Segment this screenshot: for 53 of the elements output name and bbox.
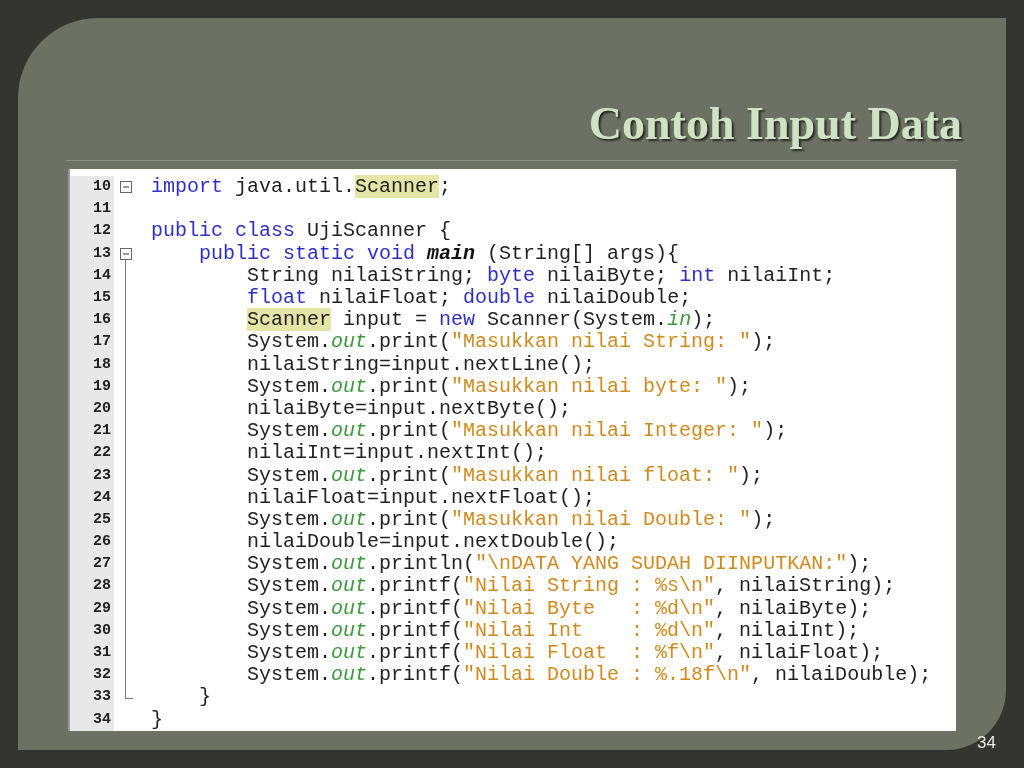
line-number: 27 (93, 554, 111, 575)
code-line: System.out.print("Masukkan nilai String: "); (246, 331, 776, 354)
code-line: nilaiInt=input.nextInt(); (246, 442, 548, 465)
line-number: 28 (93, 576, 111, 597)
code-line: Scanner input = new Scanner(System.in); (246, 309, 716, 332)
collapse-icon[interactable] (120, 181, 132, 194)
code-line: System.out.printf("Nilai String : %s\n", nilaiString); (246, 575, 896, 598)
line-number: 31 (93, 643, 111, 664)
code-line: nilaiByte=input.nextByte(); (246, 397, 572, 420)
code-line: } (198, 686, 212, 709)
line-number: 21 (93, 421, 111, 442)
line-number: 13 (93, 243, 111, 264)
line-number: 25 (93, 509, 111, 530)
code-line: public static void main (String[] args){ (198, 242, 680, 265)
line-number: 30 (93, 620, 111, 641)
code-line: System.out.print("Masukkan nilai Integer: "); (246, 420, 788, 443)
line-number: 19 (93, 376, 111, 397)
line-number: 17 (93, 332, 111, 353)
code-line: System.out.print("Masukkan nilai Double: "); (246, 508, 776, 531)
line-number: 15 (93, 288, 111, 309)
line-number: 26 (93, 532, 111, 553)
line-number: 33 (93, 687, 111, 708)
line-number: 14 (93, 265, 111, 286)
code-line: public class UjiScanner { (150, 220, 452, 243)
page-number: 34 (977, 732, 996, 753)
code-line: float nilaiFloat; double nilaiDouble; (246, 287, 692, 310)
line-number: 32 (93, 665, 111, 686)
code-line: String nilaiString; byte nilaiByte; int nilaiInt; (246, 264, 836, 287)
line-number: 10 (93, 177, 111, 198)
line-number: 22 (93, 443, 111, 464)
code-line: System.out.println("\nDATA YANG SUDAH DIINPUTKAN:"); (246, 553, 872, 576)
line-number: 23 (93, 465, 111, 486)
code-line: nilaiString=input.nextLine(); (246, 353, 596, 376)
collapse-icon[interactable] (120, 247, 132, 260)
code-line: nilaiFloat=input.nextFloat(); (246, 486, 596, 509)
code-line: nilaiDouble=input.nextDouble(); (246, 531, 620, 554)
code-line: System.out.print("Masukkan nilai float: "); (246, 464, 764, 487)
code-line: System.out.printf("Nilai Int : %d\n", nilaiInt); (246, 619, 860, 642)
code-line: System.out.printf("Nilai Float : %f\n", nilaiFloat); (246, 642, 884, 665)
line-number: 11 (93, 199, 111, 220)
slide-title: Contoh Input Data (588, 98, 962, 150)
line-number: 24 (93, 487, 111, 508)
code-line: System.out.printf("Nilai Double : %.18f\n", nilaiDouble); (246, 664, 932, 687)
code-line: System.out.printf("Nilai Byte : %d\n", nilaiByte); (246, 597, 872, 620)
line-number: 16 (93, 310, 111, 331)
line-number: 12 (93, 221, 111, 242)
code-line: System.out.print("Masukkan nilai byte: "); (246, 375, 752, 398)
line-number: 18 (93, 354, 111, 375)
line-number: 34 (93, 709, 111, 730)
line-number: 29 (93, 598, 111, 619)
line-number: 20 (93, 398, 111, 419)
code-line: } (150, 708, 163, 731)
code-line: import java.util.Scanner; (150, 176, 452, 199)
